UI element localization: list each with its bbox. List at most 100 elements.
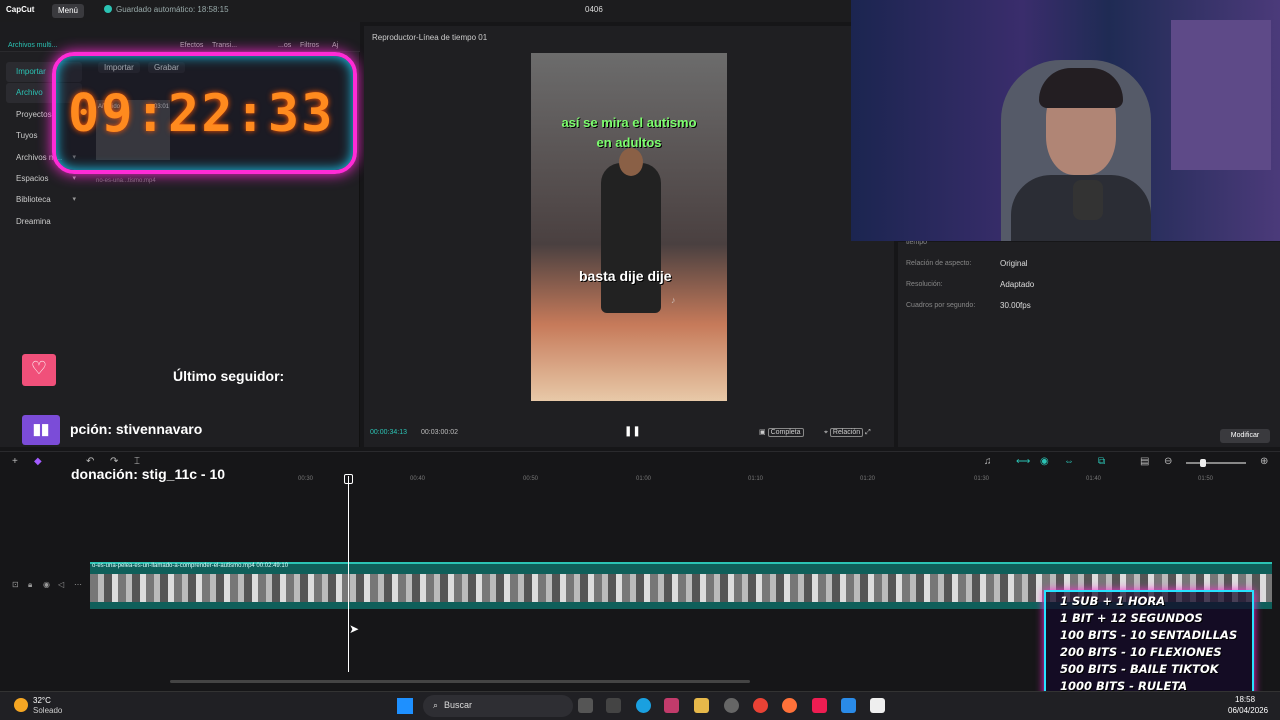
- timeline-ruler[interactable]: 00:30 00:40 00:50 01:00 01:10 01:20 01:3…: [90, 476, 1280, 486]
- full-label: Completa: [767, 428, 804, 437]
- weather-temp[interactable]: 32°C: [33, 696, 51, 705]
- total-time: 00:03:00:02: [421, 429, 458, 436]
- app-icon[interactable]: [724, 698, 739, 713]
- ratio-label: Relación: [829, 428, 864, 437]
- clock-date[interactable]: 06/04/2026: [1228, 706, 1268, 715]
- autosave-status: Guardado automático: 18:58:15: [104, 5, 229, 14]
- timer-text: 09:22:33: [68, 84, 335, 144]
- playhead[interactable]: [348, 476, 349, 672]
- modify-button[interactable]: Modificar: [1220, 429, 1270, 443]
- ruler-tick: 00:40: [410, 476, 426, 482]
- edge-icon[interactable]: [636, 698, 651, 713]
- preview-axis-icon[interactable]: ⧉: [1098, 456, 1105, 467]
- sidebar-item-label: Importar: [16, 67, 46, 76]
- facebook-icon[interactable]: [841, 698, 856, 713]
- caption-icon[interactable]: ▤: [1140, 456, 1149, 467]
- capcut-icon[interactable]: [870, 698, 885, 713]
- sidebar-item-dreamina[interactable]: Dreamina: [6, 212, 82, 232]
- video-person: [601, 163, 661, 313]
- media-panel: Archivos multi... Efectos Transi... ...o…: [0, 22, 360, 447]
- taskbar: 32°C Soleado ⌕ Buscar 18:58 06/04/2026: [0, 691, 1280, 720]
- zoom-in-icon[interactable]: ⊕: [1260, 456, 1268, 467]
- microphone-icon: [1073, 180, 1103, 220]
- ruler-tick: 01:40: [1086, 476, 1102, 482]
- audio-icon[interactable]: ◁: [58, 580, 64, 589]
- tab-filters[interactable]: Filtros: [300, 42, 319, 49]
- search-icon: ⌕: [433, 700, 439, 710]
- bits-rules-overlay: 1 SUB + 1 HORA 1 BIT + 12 SEGUNDOS 100 B…: [1044, 590, 1254, 700]
- stream-timer: 09:22:33: [52, 52, 357, 174]
- zoom-out-icon[interactable]: ⊖: [1164, 456, 1172, 467]
- search-label: Buscar: [444, 700, 473, 710]
- app-logo: CapCut: [6, 5, 35, 14]
- aspect-ratio-label: Relación de aspecto:: [906, 260, 972, 267]
- ruler-tick: 01:00: [636, 476, 652, 482]
- webcam-background-shelf: [1171, 20, 1271, 170]
- fit-full-button[interactable]: ▣ Completa: [759, 428, 804, 437]
- firefox-icon[interactable]: [782, 698, 797, 713]
- player-title: Reproductor-Línea de tiempo 01: [372, 33, 488, 42]
- tiktok-icon[interactable]: [812, 698, 827, 713]
- select-tool-icon[interactable]: ◆: [34, 456, 42, 467]
- chrome-icon[interactable]: [753, 698, 768, 713]
- twitch-badge: ▮▮: [22, 415, 60, 445]
- webcam-person-hair: [1039, 68, 1123, 108]
- store-icon[interactable]: [664, 698, 679, 713]
- menu-button[interactable]: Menú: [52, 4, 84, 18]
- pause-icon[interactable]: ❚❚: [624, 426, 641, 437]
- timeline-scrollbar[interactable]: [170, 680, 750, 683]
- video-caption-line2: en adultos: [596, 135, 662, 150]
- sidebar-item-label: Dreamina: [16, 216, 51, 226]
- resolution-value[interactable]: Adaptado: [1000, 280, 1034, 289]
- bits-rule: 1 BIT + 12 SEGUNDOS: [1060, 611, 1203, 625]
- ruler-tick: 01:30: [974, 476, 990, 482]
- chevron-down-icon: ▾: [72, 196, 76, 204]
- heart-icon: ♡: [30, 358, 48, 378]
- tab-extra[interactable]: ...os: [278, 42, 291, 49]
- taskbar-search[interactable]: ⌕ Buscar: [423, 695, 573, 717]
- sidebar-item-library[interactable]: Biblioteca ▾: [6, 190, 82, 210]
- tab-transitions[interactable]: Transi...: [212, 42, 237, 49]
- sidebar-item-label: Biblioteca: [16, 195, 51, 205]
- windows-start-icon[interactable]: [397, 698, 413, 714]
- sidebar-item-label: Archivo: [16, 88, 43, 98]
- last-follower-label: Último seguidor:: [173, 368, 285, 384]
- weather-desc[interactable]: Soleado: [33, 706, 62, 715]
- aspect-ratio-value[interactable]: Original: [1000, 259, 1028, 268]
- tab-adjust[interactable]: Aj: [332, 42, 338, 49]
- sidebar-item-label: Proyectos: [16, 109, 52, 119]
- eye-icon[interactable]: ◉: [43, 580, 50, 589]
- ruler-tick: 00:50: [523, 476, 539, 482]
- ratio-button[interactable]: ⌖ Relación ⤢: [824, 428, 871, 437]
- weather-icon[interactable]: [14, 698, 28, 712]
- fullscreen-icon[interactable]: ⤢: [865, 429, 871, 436]
- file-explorer-icon[interactable]: [694, 698, 709, 713]
- video-preview[interactable]: así se mira el autismo en adultos basta …: [531, 53, 727, 401]
- snap-icon[interactable]: ⇔: [1064, 456, 1074, 467]
- mouse-cursor-icon: ➤: [349, 622, 360, 636]
- tab-media[interactable]: Archivos multi...: [8, 42, 57, 49]
- webcam-overlay: [851, 0, 1280, 241]
- track-lock-icon[interactable]: ⊡: [12, 580, 19, 589]
- zoom-slider-handle[interactable]: [1200, 459, 1206, 467]
- video-person-head: [619, 148, 643, 176]
- properties-panel: tiempo Relación de aspecto: Original Res…: [898, 239, 1280, 447]
- clip-label: o-es-una-pelea-es-un-llamado-a-comprende…: [92, 563, 289, 569]
- zoom-slider[interactable]: [1186, 462, 1246, 464]
- tab-effects[interactable]: Efectos: [180, 42, 203, 49]
- fps-value[interactable]: 30.00fps: [1000, 301, 1031, 310]
- autosave-text: Guardado automático: 18:58:15: [116, 5, 229, 14]
- add-icon[interactable]: +: [12, 456, 18, 467]
- magnet-icon[interactable]: ◉: [1040, 456, 1049, 467]
- clock-time[interactable]: 18:58: [1235, 695, 1255, 704]
- video-caption-line1: así se mira el autismo: [561, 115, 697, 130]
- mic-record-icon[interactable]: ♫: [984, 456, 992, 467]
- more-icon[interactable]: ⋯: [74, 580, 82, 589]
- task-view-icon[interactable]: [578, 698, 593, 713]
- bits-rule: 200 BITS - 10 FLEXIONES: [1060, 645, 1222, 659]
- autosave-icon: [104, 5, 112, 13]
- link-icon[interactable]: ⟷: [1016, 456, 1030, 467]
- current-time: 00:00:34:13: [370, 429, 407, 436]
- widgets-icon[interactable]: [606, 698, 621, 713]
- lock-icon[interactable]: 🔒︎: [28, 580, 32, 590]
